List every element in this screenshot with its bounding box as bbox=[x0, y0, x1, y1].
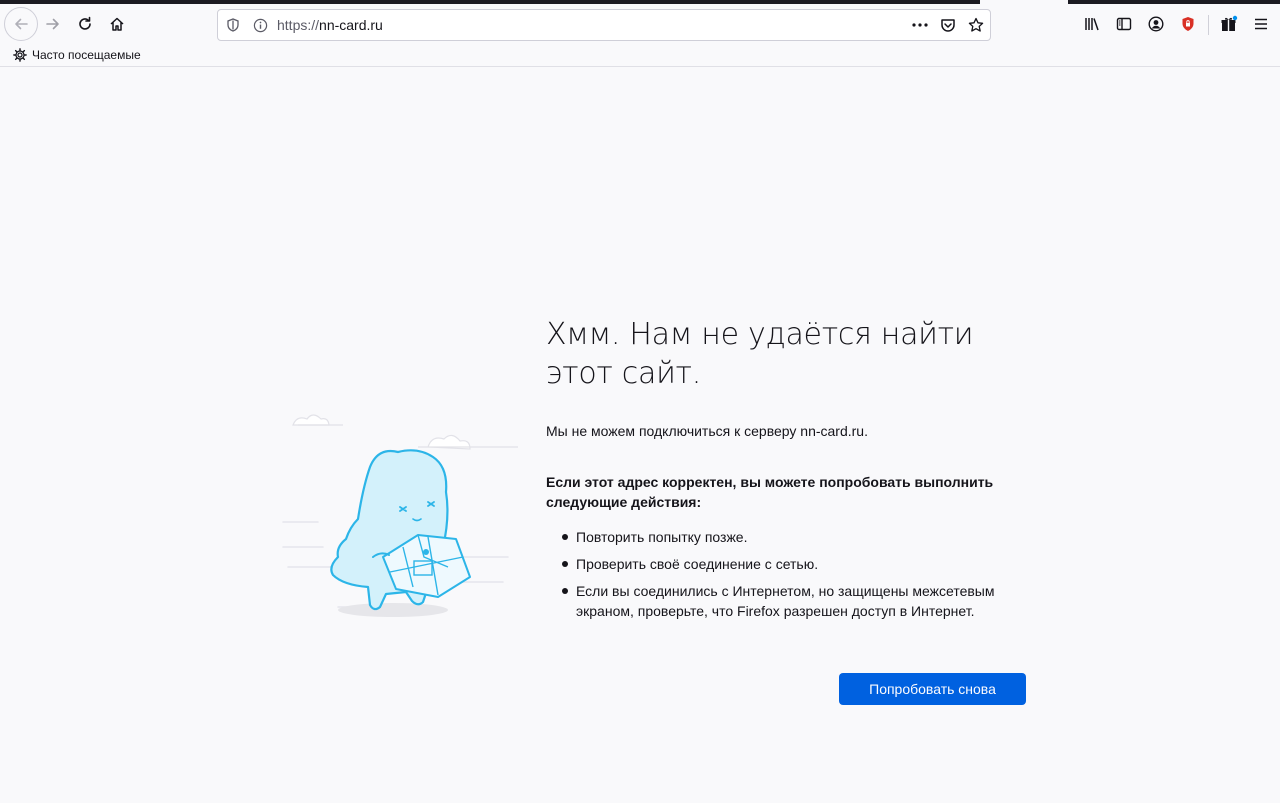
navigation-toolbar: https://nn-card.ru bbox=[0, 5, 1280, 43]
list-item: Повторить попытку позже. bbox=[546, 527, 1036, 547]
extensions-gift-icon bbox=[1221, 15, 1238, 31]
gear-icon bbox=[12, 47, 28, 63]
bullet-icon bbox=[562, 534, 568, 540]
tab-strip-bar bbox=[0, 0, 980, 4]
list-item-text: Проверить своё соединение с сетью. bbox=[576, 556, 819, 572]
forward-button[interactable] bbox=[37, 8, 69, 40]
bullet-icon bbox=[562, 561, 568, 567]
page-actions-icon[interactable] bbox=[910, 15, 930, 35]
tab-strip-bar bbox=[1068, 0, 1280, 4]
bookmarks-toolbar: Часто посещаемые bbox=[0, 43, 1280, 67]
url-bar[interactable]: https://nn-card.ru bbox=[217, 9, 991, 41]
pocket-icon[interactable] bbox=[938, 15, 958, 35]
home-icon bbox=[110, 17, 124, 31]
forward-arrow-icon bbox=[46, 18, 59, 30]
extension-shield-icon bbox=[1182, 17, 1194, 31]
reload-button[interactable] bbox=[69, 8, 101, 40]
suggestions-heading: Если этот адрес корректен, вы можете поп… bbox=[546, 474, 994, 510]
back-arrow-icon bbox=[15, 18, 28, 30]
account-icon bbox=[1148, 16, 1164, 32]
extension-shield-button[interactable] bbox=[1172, 8, 1204, 40]
list-item-text: Если вы соединились с Интернетом, но защ… bbox=[576, 583, 995, 619]
sidebar-icon bbox=[1116, 17, 1132, 31]
url-protocol: https:// bbox=[277, 17, 320, 33]
sidebar-button[interactable] bbox=[1108, 8, 1140, 40]
suggestions-list: Повторить попытку позже. Проверить своё … bbox=[546, 527, 1036, 628]
list-item: Проверить своё соединение с сетью. bbox=[546, 554, 1036, 574]
list-item: Если вы соединились с Интернетом, но защ… bbox=[546, 581, 1036, 621]
url-text[interactable]: https://nn-card.ru bbox=[277, 17, 383, 33]
toolbar-separator bbox=[1208, 15, 1209, 35]
lost-map-character-illustration bbox=[282, 414, 518, 617]
back-button[interactable] bbox=[4, 7, 38, 41]
error-description: Мы не можем подключиться к серверу nn-ca… bbox=[546, 423, 868, 439]
library-button[interactable] bbox=[1076, 8, 1108, 40]
menu-icon bbox=[1255, 18, 1267, 30]
home-button[interactable] bbox=[101, 8, 133, 40]
tracking-shield-icon[interactable] bbox=[223, 15, 243, 35]
bookmark-star-icon[interactable] bbox=[966, 15, 986, 35]
retry-button[interactable]: Попробовать снова bbox=[839, 673, 1026, 705]
error-title: Хмм. Нам не удаётся найти этот сайт. bbox=[546, 317, 974, 391]
error-page: Хмм. Нам не удаётся найти этот сайт. Мы … bbox=[0, 67, 1280, 803]
list-item-text: Повторить попытку позже. bbox=[576, 529, 748, 545]
extensions-gift-button[interactable] bbox=[1213, 8, 1245, 40]
url-host: nn-card.ru bbox=[319, 17, 383, 33]
site-info-icon[interactable] bbox=[250, 15, 270, 35]
menu-button[interactable] bbox=[1245, 8, 1277, 40]
bullet-icon bbox=[562, 588, 568, 594]
account-button[interactable] bbox=[1140, 8, 1172, 40]
bookmark-most-visited[interactable]: Часто посещаемые bbox=[12, 46, 141, 64]
bookmark-label: Часто посещаемые bbox=[32, 48, 141, 62]
library-icon bbox=[1085, 18, 1099, 31]
reload-icon bbox=[79, 16, 91, 30]
